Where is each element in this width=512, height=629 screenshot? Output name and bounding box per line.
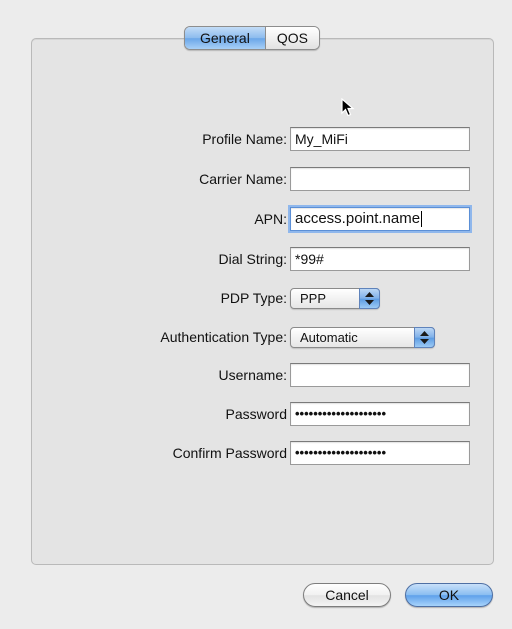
carrier-name-field[interactable]	[290, 167, 470, 191]
apn-value: access.point.name	[295, 210, 421, 227]
cancel-button[interactable]: Cancel	[303, 583, 391, 607]
username-row: Username:	[60, 363, 472, 389]
apn-row: APN: access.point.name	[60, 207, 472, 233]
text-caret	[421, 211, 423, 228]
tab-general[interactable]: General	[185, 27, 265, 49]
password-label: Password	[225, 406, 287, 422]
auth-type-popup[interactable]: Automatic	[290, 327, 435, 348]
password-row: Password ••••••••••••••••••••	[60, 402, 472, 428]
carrier-name-row: Carrier Name:	[60, 167, 472, 193]
arrow-cursor-icon	[341, 98, 355, 117]
password-field[interactable]: ••••••••••••••••••••	[290, 402, 470, 426]
confirm-password-field[interactable]: ••••••••••••••••••••	[290, 441, 470, 465]
auth-type-row: Authentication Type: Automatic	[60, 325, 472, 351]
dial-string-row: Dial String: *99#	[60, 247, 472, 273]
up-down-arrows-icon	[359, 288, 380, 309]
dial-string-label: Dial String:	[218, 251, 287, 267]
profile-name-label: Profile Name:	[202, 131, 287, 147]
carrier-name-label: Carrier Name:	[199, 171, 287, 187]
apn-label: APN:	[254, 211, 287, 227]
profile-name-row: Profile Name: My_MiFi	[60, 127, 472, 153]
up-down-arrows-icon	[414, 327, 435, 348]
auth-type-value: Automatic	[300, 330, 358, 345]
profile-name-field[interactable]: My_MiFi	[290, 127, 470, 151]
tab-qos[interactable]: QOS	[264, 27, 319, 49]
username-label: Username:	[218, 367, 287, 383]
pdp-type-row: PDP Type: PPP	[60, 286, 472, 312]
pdp-type-label: PDP Type:	[220, 290, 287, 306]
apn-field[interactable]: access.point.name	[290, 207, 470, 231]
pdp-type-value: PPP	[300, 291, 327, 306]
ok-button[interactable]: OK	[405, 583, 493, 607]
pdp-type-popup[interactable]: PPP	[290, 288, 380, 309]
auth-type-label: Authentication Type:	[160, 329, 287, 345]
username-field[interactable]	[290, 363, 470, 387]
dial-string-field[interactable]: *99#	[290, 247, 470, 271]
confirm-password-label: Confirm Password	[172, 445, 287, 461]
tab-control: General QOS	[184, 26, 320, 50]
confirm-password-row: Confirm Password ••••••••••••••••••••	[60, 441, 472, 467]
